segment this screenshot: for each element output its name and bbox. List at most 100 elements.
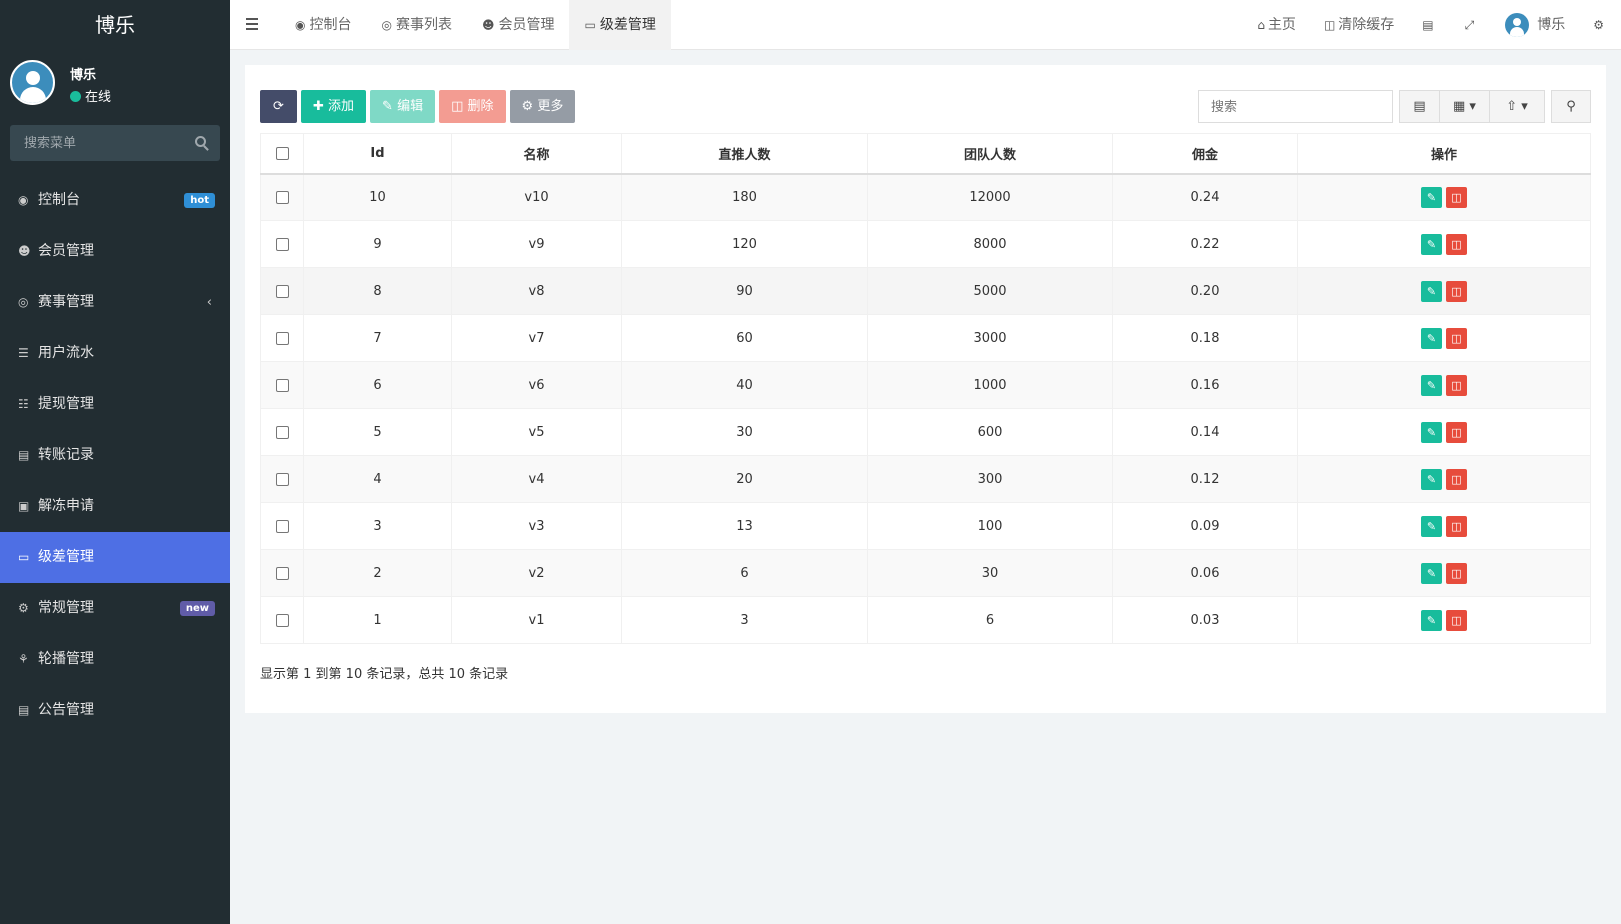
table-cell: 6 bbox=[303, 361, 452, 409]
row-actions: ✎ ◫ bbox=[1297, 408, 1591, 456]
row-checkbox[interactable] bbox=[275, 613, 289, 627]
settings-button[interactable]: ⚙ bbox=[1579, 0, 1621, 50]
column-header[interactable]: 直推人数 bbox=[621, 133, 868, 175]
row-checkbox[interactable] bbox=[275, 237, 289, 251]
row-delete-button[interactable]: ◫ bbox=[1446, 421, 1467, 443]
tab-members[interactable]: ☻ 会员管理 bbox=[467, 0, 570, 50]
tab-label: 会员管理 bbox=[498, 17, 555, 33]
table-row[interactable]: 5 v5 30 600 0.14 ✎ ◫ bbox=[260, 408, 1591, 456]
sidebar-item-notice[interactable]: ▤ 公告管理 bbox=[0, 685, 230, 736]
column-header[interactable]: 名称 bbox=[451, 133, 622, 175]
row-checkbox[interactable] bbox=[275, 566, 289, 580]
row-edit-button[interactable]: ✎ bbox=[1421, 421, 1442, 443]
trash-icon: ◫ bbox=[1451, 472, 1462, 486]
row-delete-button[interactable]: ◫ bbox=[1446, 327, 1467, 349]
list-icon: ▤ bbox=[1413, 99, 1426, 114]
hamburger-icon[interactable] bbox=[246, 18, 258, 30]
row-checkbox[interactable] bbox=[275, 378, 289, 392]
sidebar-item-withdraw[interactable]: ☷ 提现管理 bbox=[0, 379, 230, 430]
table-cell: 5000 bbox=[867, 267, 1113, 315]
edit-button[interactable]: ✎ 编辑 bbox=[370, 90, 436, 123]
tab-dashboard[interactable]: ◉ 控制台 bbox=[280, 0, 366, 50]
row-edit-button[interactable]: ✎ bbox=[1421, 515, 1442, 537]
table-row[interactable]: 1 v1 3 6 0.03 ✎ ◫ bbox=[260, 596, 1591, 644]
row-delete-button[interactable]: ◫ bbox=[1446, 233, 1467, 255]
sidebar-item-dashboard[interactable]: ◉ 控制台 hot bbox=[0, 175, 230, 226]
row-delete-button[interactable]: ◫ bbox=[1446, 374, 1467, 396]
sidebar-item-general[interactable]: ⚙ 常规管理 new bbox=[0, 583, 230, 634]
transfer-icon: ▤ bbox=[18, 448, 30, 462]
table-cell: v4 bbox=[451, 455, 622, 503]
column-header[interactable]: 团队人数 bbox=[867, 133, 1113, 175]
table-cell: 0.24 bbox=[1112, 173, 1298, 221]
tab-event-list[interactable]: ◎ 赛事列表 bbox=[366, 0, 466, 50]
menu-search-input[interactable] bbox=[10, 125, 190, 161]
toggle-view-button[interactable]: ▤ bbox=[1399, 90, 1439, 123]
table-row[interactable]: 2 v2 6 30 0.06 ✎ ◫ bbox=[260, 549, 1591, 597]
clear-cache-button[interactable]: ◫ 清除缓存 bbox=[1310, 0, 1408, 50]
row-checkbox[interactable] bbox=[275, 472, 289, 486]
users-icon: ☻ bbox=[18, 244, 31, 258]
row-checkbox[interactable] bbox=[275, 425, 289, 439]
row-edit-button[interactable]: ✎ bbox=[1421, 233, 1442, 255]
table-row[interactable]: 4 v4 20 300 0.12 ✎ ◫ bbox=[260, 455, 1591, 503]
table-search-input[interactable] bbox=[1198, 90, 1393, 123]
sidebar-item-events[interactable]: ◎ 赛事管理 ‹ bbox=[0, 277, 230, 328]
row-actions: ✎ ◫ bbox=[1297, 549, 1591, 597]
brand-logo[interactable]: 博乐 bbox=[0, 0, 230, 50]
sidebar-item-members[interactable]: ☻ 会员管理 bbox=[0, 226, 230, 277]
user-menu[interactable]: 博乐 bbox=[1491, 0, 1579, 50]
sidebar-item-user-flow[interactable]: ☰ 用户流水 bbox=[0, 328, 230, 379]
column-header[interactable]: Id bbox=[303, 133, 452, 175]
sidebar-item-level-diff[interactable]: ▭ 级差管理 bbox=[0, 532, 230, 583]
add-button[interactable]: ✚ 添加 bbox=[301, 90, 367, 123]
notice-icon: ▤ bbox=[18, 703, 30, 717]
select-all-checkbox[interactable] bbox=[275, 146, 289, 160]
row-edit-button[interactable]: ✎ bbox=[1421, 280, 1442, 302]
row-edit-button[interactable]: ✎ bbox=[1421, 562, 1442, 584]
sidebar-item-unfreeze[interactable]: ▣ 解冻申请 bbox=[0, 481, 230, 532]
sidebar-item-label: 转账记录 bbox=[38, 447, 94, 463]
sidebar-item-carousel[interactable]: ⚘ 轮播管理 bbox=[0, 634, 230, 685]
row-edit-button[interactable]: ✎ bbox=[1421, 327, 1442, 349]
table-row[interactable]: 7 v7 60 3000 0.18 ✎ ◫ bbox=[260, 314, 1591, 362]
row-edit-button[interactable]: ✎ bbox=[1421, 609, 1442, 631]
delete-button[interactable]: ◫ 删除 bbox=[439, 90, 506, 123]
table-row[interactable]: 10 v10 180 12000 0.24 ✎ ◫ bbox=[260, 173, 1591, 221]
refresh-button[interactable]: ⟳ bbox=[260, 90, 297, 123]
search-button[interactable]: ⚲ bbox=[1551, 90, 1591, 123]
globe-icon: ◎ bbox=[18, 295, 29, 309]
fullscreen-button[interactable]: ⤢ bbox=[1451, 0, 1492, 50]
table-cell: 90 bbox=[621, 267, 868, 315]
row-checkbox[interactable] bbox=[275, 284, 289, 298]
row-delete-button[interactable]: ◫ bbox=[1446, 468, 1467, 490]
table-row[interactable]: 6 v6 40 1000 0.16 ✎ ◫ bbox=[260, 361, 1591, 409]
row-delete-button[interactable]: ◫ bbox=[1446, 562, 1467, 584]
row-checkbox[interactable] bbox=[275, 519, 289, 533]
table-cell: 8 bbox=[303, 267, 452, 315]
row-checkbox[interactable] bbox=[275, 331, 289, 345]
avatar bbox=[10, 60, 55, 105]
row-edit-button[interactable]: ✎ bbox=[1421, 186, 1442, 208]
sidebar-item-transfer[interactable]: ▤ 转账记录 bbox=[0, 430, 230, 481]
more-button[interactable]: ⚙ 更多 bbox=[509, 90, 576, 123]
home-link[interactable]: ⌂ 主页 bbox=[1243, 0, 1310, 50]
table-row[interactable]: 9 v9 120 8000 0.22 ✎ ◫ bbox=[260, 220, 1591, 268]
row-edit-button[interactable]: ✎ bbox=[1421, 468, 1442, 490]
export-button[interactable]: ⇧ ▾ bbox=[1489, 90, 1545, 123]
row-delete-button[interactable]: ◫ bbox=[1446, 280, 1467, 302]
language-button[interactable]: ▤ bbox=[1408, 0, 1450, 50]
row-delete-button[interactable]: ◫ bbox=[1446, 186, 1467, 208]
row-edit-button[interactable]: ✎ bbox=[1421, 374, 1442, 396]
row-delete-button[interactable]: ◫ bbox=[1446, 515, 1467, 537]
search-icon[interactable] bbox=[195, 136, 206, 147]
tab-level-diff[interactable]: ▭ 级差管理 bbox=[569, 0, 671, 50]
new-badge: new bbox=[179, 601, 215, 616]
fullscreen-icon: ⤢ bbox=[1464, 18, 1475, 32]
table-row[interactable]: 3 v3 13 100 0.09 ✎ ◫ bbox=[260, 502, 1591, 550]
columns-button[interactable]: ▦ ▾ bbox=[1439, 90, 1489, 123]
column-header[interactable]: 佣金 bbox=[1112, 133, 1298, 175]
row-delete-button[interactable]: ◫ bbox=[1446, 609, 1467, 631]
table-row[interactable]: 8 v8 90 5000 0.20 ✎ ◫ bbox=[260, 267, 1591, 315]
row-checkbox[interactable] bbox=[275, 190, 289, 204]
